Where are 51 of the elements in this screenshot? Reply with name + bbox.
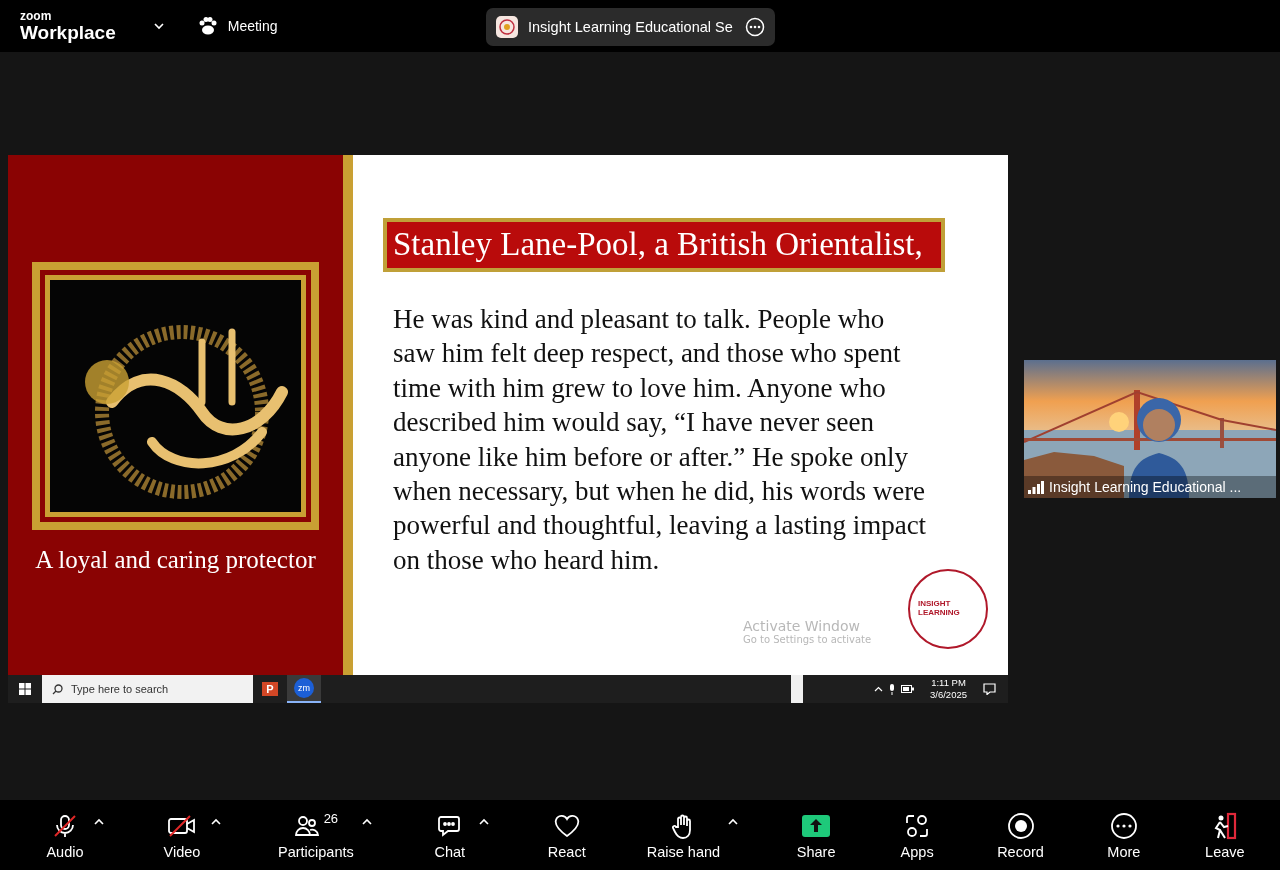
activation-title: Activate Window	[743, 618, 862, 634]
caret-up-icon	[728, 817, 739, 825]
more-button[interactable]: More	[1098, 806, 1149, 864]
audio-button[interactable]: Audio	[40, 806, 90, 864]
heart-icon	[552, 812, 581, 839]
record-button[interactable]: Record	[993, 806, 1048, 864]
record-icon	[1006, 811, 1035, 840]
signal-icon	[1028, 480, 1044, 494]
paw-icon	[197, 17, 218, 35]
more-icon	[1109, 811, 1138, 840]
react-button[interactable]: React	[541, 806, 592, 864]
taskbar-app[interactable]: P	[253, 675, 287, 703]
share-title-pill[interactable]: Insight Learning Educational Se	[486, 8, 775, 46]
slide-heading: Stanley Lane-Pool, a British Orientalist,	[383, 218, 945, 272]
apps-button[interactable]: Apps	[892, 806, 943, 864]
caret-up-icon	[211, 817, 221, 825]
windows-start-icon[interactable]	[19, 683, 31, 695]
slide-caption: A loyal and caring protector	[35, 546, 316, 574]
activation-hint: Go to Settings to activate	[743, 634, 872, 645]
share-title: Insight Learning Educational Se	[528, 19, 734, 35]
brand-logo: zoom	[20, 10, 53, 22]
hand-button[interactable]: Raise hand	[642, 806, 725, 864]
more-icon[interactable]	[745, 17, 765, 37]
share-icon	[801, 813, 832, 838]
participant-name: Insight Learning Educational ...	[1049, 479, 1242, 495]
taskbar-date: 3/6/2025	[930, 689, 967, 702]
chat-button[interactable]: Chat	[424, 806, 475, 864]
search-icon	[52, 683, 63, 695]
taskbar-search-field[interactable]: Type here to search	[42, 675, 253, 703]
slide-body-text: He was kind and pleasant to talk. People who saw him felt deep respect, and those who spent time with him grew to love him. Anyone who described him would say, “I have never seen anyone like him before or after.” He spoke only when necessary, but when he did, his words were powerful and thoughtful, leaving a lasting impact on those who heard him.	[393, 303, 928, 577]
meeting-label[interactable]: Meeting	[227, 18, 278, 34]
leave-button[interactable]: Leave	[1199, 806, 1250, 864]
chevron-down-icon[interactable]	[153, 22, 164, 30]
caret-up-icon	[361, 817, 372, 825]
search-placeholder: Type here to search	[71, 683, 169, 695]
logo-text: INSIGHT	[918, 600, 952, 609]
logo-text: LEARNING	[918, 609, 961, 618]
brand-name: Workplace	[20, 23, 116, 42]
video-button[interactable]: Video	[157, 806, 207, 864]
caret-up-icon[interactable]	[874, 686, 883, 692]
apps-icon	[904, 812, 931, 839]
caret-up-icon	[478, 817, 489, 825]
battery-icon	[901, 685, 914, 693]
microphone-icon	[889, 683, 895, 695]
notification-icon[interactable]	[983, 683, 996, 695]
taskbar-app[interactable]: zm	[287, 675, 321, 703]
app-logo-icon	[496, 16, 518, 38]
caret-up-icon	[94, 817, 104, 825]
share-button[interactable]: Share	[791, 806, 842, 864]
taskbar-time: 1:11 PM	[931, 676, 966, 689]
participants-button[interactable]: 26 Participants	[274, 806, 358, 864]
